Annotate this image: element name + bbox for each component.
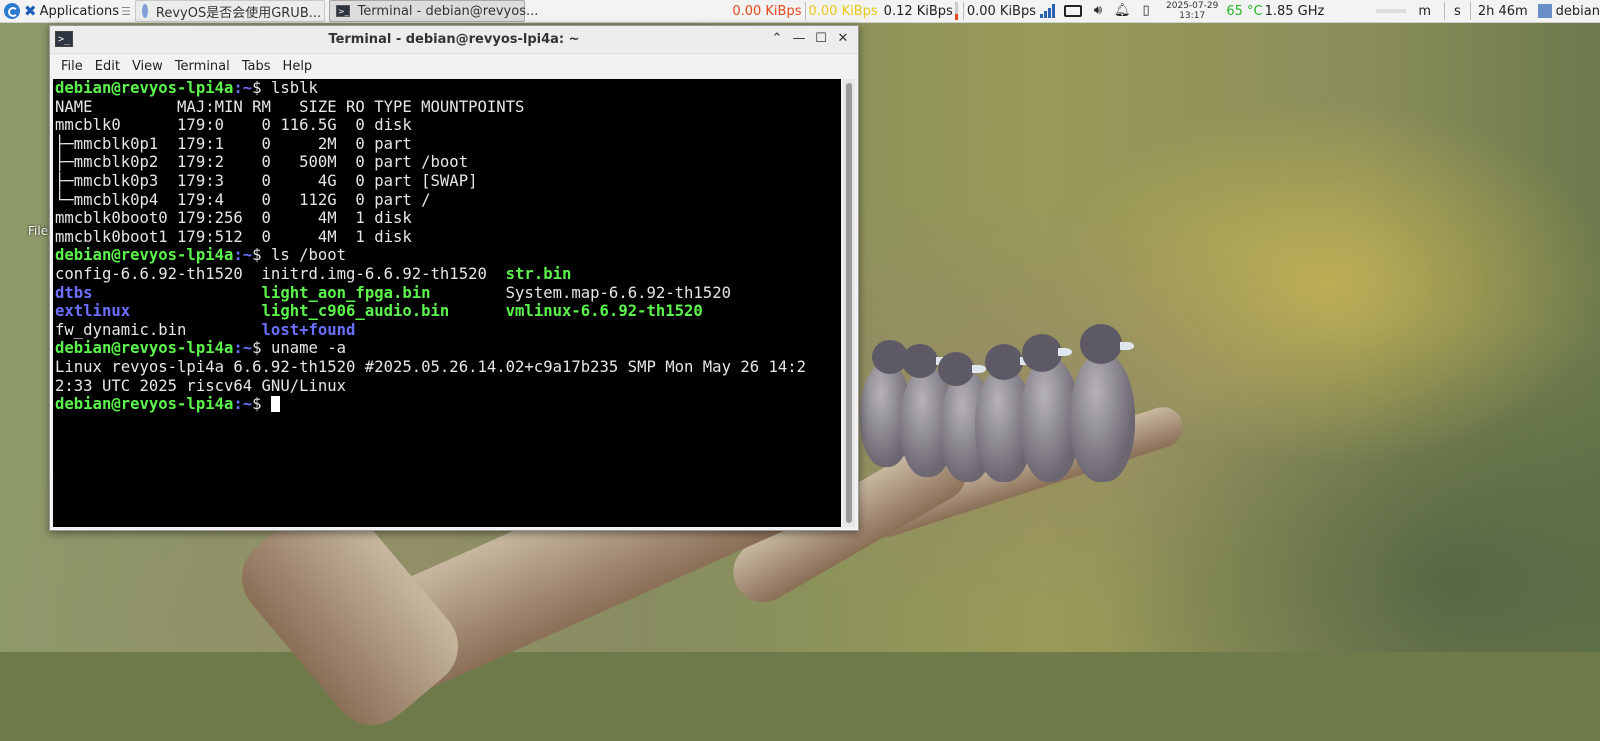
terminal-line: ├─mmcblk0p3 179:3 0 4G 0 part [SWAP]: [55, 171, 478, 190]
signal-strength-icon[interactable]: [1040, 4, 1056, 18]
ls-entry-file: fw_dynamic.bin: [55, 320, 262, 339]
network-speed-3[interactable]: 0.00 KiBps: [967, 4, 1036, 19]
menu-grip-icon: ☰: [121, 4, 131, 18]
uptime[interactable]: 2h 46m: [1478, 4, 1528, 19]
ls-entry-directory: extlinux: [55, 302, 262, 321]
taskbar-item-label: Terminal - debian@revyos...: [357, 3, 539, 19]
clock-date: 2025-07-29: [1166, 1, 1219, 11]
terminal-line: debian@revyos-lpi4a:~$ ls /boot: [55, 246, 347, 265]
wallpaper-bird: [972, 365, 986, 373]
menu-help[interactable]: Help: [278, 59, 318, 74]
terminal-line: mmcblk0boot0 179:256 0 4M 1 disk: [55, 209, 412, 228]
ls-entry-file: System.map-6.6.92-th1520: [505, 283, 731, 302]
terminal-line: └─mmcblk0p4 179:4 0 112G 0 part /: [55, 190, 431, 209]
menu-edit[interactable]: Edit: [90, 59, 125, 74]
menu-tabs[interactable]: Tabs: [237, 59, 276, 74]
volume-icon[interactable]: 🔊︎: [1090, 3, 1106, 19]
network-speed-1[interactable]: 0.00 KiBps: [732, 4, 801, 19]
applications-menu-label: Applications: [39, 3, 119, 19]
menu-terminal[interactable]: Terminal: [170, 59, 235, 74]
cpu-graph: [1376, 9, 1407, 13]
terminal-line: NAME MAJ:MIN RM SIZE RO TYPE MOUNTPOINTS: [55, 97, 525, 116]
minimize-button[interactable]: —: [788, 29, 810, 49]
window-title: Terminal - debian@revyos-lpi4a: ~: [328, 32, 580, 47]
panel-separator: [1469, 2, 1471, 20]
cpu-temperature[interactable]: 65 °C: [1226, 4, 1262, 19]
desktop-icon-label[interactable]: File: [28, 224, 48, 238]
terminal-output[interactable]: debian@revyos-lpi4a:~$ lsblk NAME MAJ:MI…: [53, 79, 841, 527]
taskbar-item-terminal[interactable]: >_ Terminal - debian@revyos...: [328, 0, 538, 22]
menu-view[interactable]: View: [127, 59, 168, 74]
text-cursor: [270, 396, 280, 413]
panel-separator: [962, 2, 964, 20]
terminal-line: extlinux light_c906_audio.bin vmlinux-6.…: [53, 302, 841, 321]
wallpaper-bird: [1070, 352, 1135, 482]
maximize-button[interactable]: ☐: [810, 29, 832, 49]
roll-up-button[interactable]: ⌃: [766, 29, 788, 49]
terminal-line: mmcblk0boot1 179:512 0 4M 1 disk: [55, 227, 412, 246]
terminal-scrollbar[interactable]: [843, 79, 855, 527]
ls-entry-executable: light_aon_fpga.bin: [261, 283, 506, 302]
terminal-icon: >_: [335, 5, 350, 17]
cpu-frequency[interactable]: 1.85 GHz: [1265, 4, 1325, 19]
taskbar-item-label: RevyOS是否会使用GRUB...: [155, 5, 322, 21]
chrome-icon: [141, 4, 148, 18]
window-controls: ⌃ — ☐ ✕: [766, 29, 854, 49]
terminal-line: config-6.6.92-th1520 initrd.img-6.6.92-t…: [53, 265, 841, 284]
terminal-line: 2:33 UTC 2025 riscv64 GNU/Linux: [55, 376, 347, 395]
terminal-window[interactable]: >_ Terminal - debian@revyos-lpi4a: ~ ⌃ —…: [49, 25, 859, 531]
network-speed-2b[interactable]: 0.12 KiBps: [884, 4, 953, 19]
wallpaper-bird: [1058, 348, 1072, 356]
xfce-mouse-icon: ✖: [24, 2, 37, 20]
close-button[interactable]: ✕: [832, 29, 854, 49]
user-icon: [1537, 4, 1552, 18]
panel-item-m[interactable]: m: [1418, 4, 1431, 19]
top-panel: ✖ Applications ☰ RevyOS是否会使用GRUB... >_ T…: [0, 0, 1600, 23]
taskbar-item-browser[interactable]: RevyOS是否会使用GRUB...: [134, 0, 325, 22]
ls-entry-executable: vmlinux-6.6.92-th1520: [505, 302, 703, 321]
ls-entry-directory: dtbs: [55, 283, 262, 302]
scrollbar-thumb[interactable]: [846, 83, 852, 523]
ls-entry-directory: lost+found: [261, 320, 356, 339]
network-gauge: [954, 2, 958, 20]
keyboard-icon[interactable]: [1064, 5, 1083, 17]
wallpaper-bird: [1022, 334, 1062, 372]
terminal-line: debian@revyos-lpi4a:~$ lsblk: [55, 79, 318, 97]
terminal-line: Linux revyos-lpi4a 6.6.92-th1520 #2025.0…: [55, 357, 807, 376]
debian-logo-icon: [4, 3, 20, 19]
network-speed-2a[interactable]: 0.00 KiBps: [809, 4, 878, 19]
terminal-line-current[interactable]: debian@revyos-lpi4a:~$: [53, 395, 841, 414]
panel-separator: [804, 2, 806, 20]
battery-icon[interactable]: ▯: [1138, 3, 1154, 19]
window-titlebar[interactable]: >_ Terminal - debian@revyos-lpi4a: ~ ⌃ —…: [50, 26, 858, 54]
ls-entry-executable: str.bin: [505, 264, 572, 283]
menu-file[interactable]: File: [56, 59, 88, 74]
terminal-line: debian@revyos-lpi4a:~$ uname -a: [55, 339, 347, 358]
menu-bar: File Edit View Terminal Tabs Help: [50, 54, 858, 78]
terminal-line: dtbs light_aon_fpga.bin System.map-6.6.9…: [53, 284, 841, 303]
ls-entry-executable: light_c906_audio.bin: [261, 302, 506, 321]
clock[interactable]: 2025-07-29 13:17: [1166, 1, 1218, 21]
notification-bell-icon[interactable]: 🔔︎: [1114, 3, 1131, 19]
ls-output: config-6.6.92-th1520 initrd.img-6.6.92-t…: [53, 265, 841, 339]
terminal-line: ├─mmcblk0p1 179:1 0 2M 0 part: [55, 134, 412, 153]
wallpaper-bird: [1080, 324, 1122, 364]
terminal-line: mmcblk0 179:0 0 116.5G 0 disk: [55, 116, 412, 135]
wallpaper-bird: [938, 352, 974, 386]
panel-item-s[interactable]: s: [1454, 4, 1461, 19]
ls-entry-file: initrd.img-6.6.92-th1520: [261, 264, 506, 283]
wallpaper-bird: [985, 344, 1023, 380]
wallpaper-bird: [902, 344, 938, 378]
clock-time: 13:17: [1179, 11, 1206, 21]
user-name[interactable]: debian: [1556, 4, 1600, 19]
wallpaper-bird: [1120, 342, 1134, 350]
panel-separator: [1444, 2, 1446, 20]
applications-menu[interactable]: ✖ Applications ☰: [0, 0, 131, 22]
ls-entry-file: config-6.6.92-th1520: [55, 264, 262, 283]
terminal-line: fw_dynamic.bin lost+found: [53, 321, 841, 340]
terminal-line: ├─mmcblk0p2 179:2 0 500M 0 part /boot: [55, 153, 469, 172]
